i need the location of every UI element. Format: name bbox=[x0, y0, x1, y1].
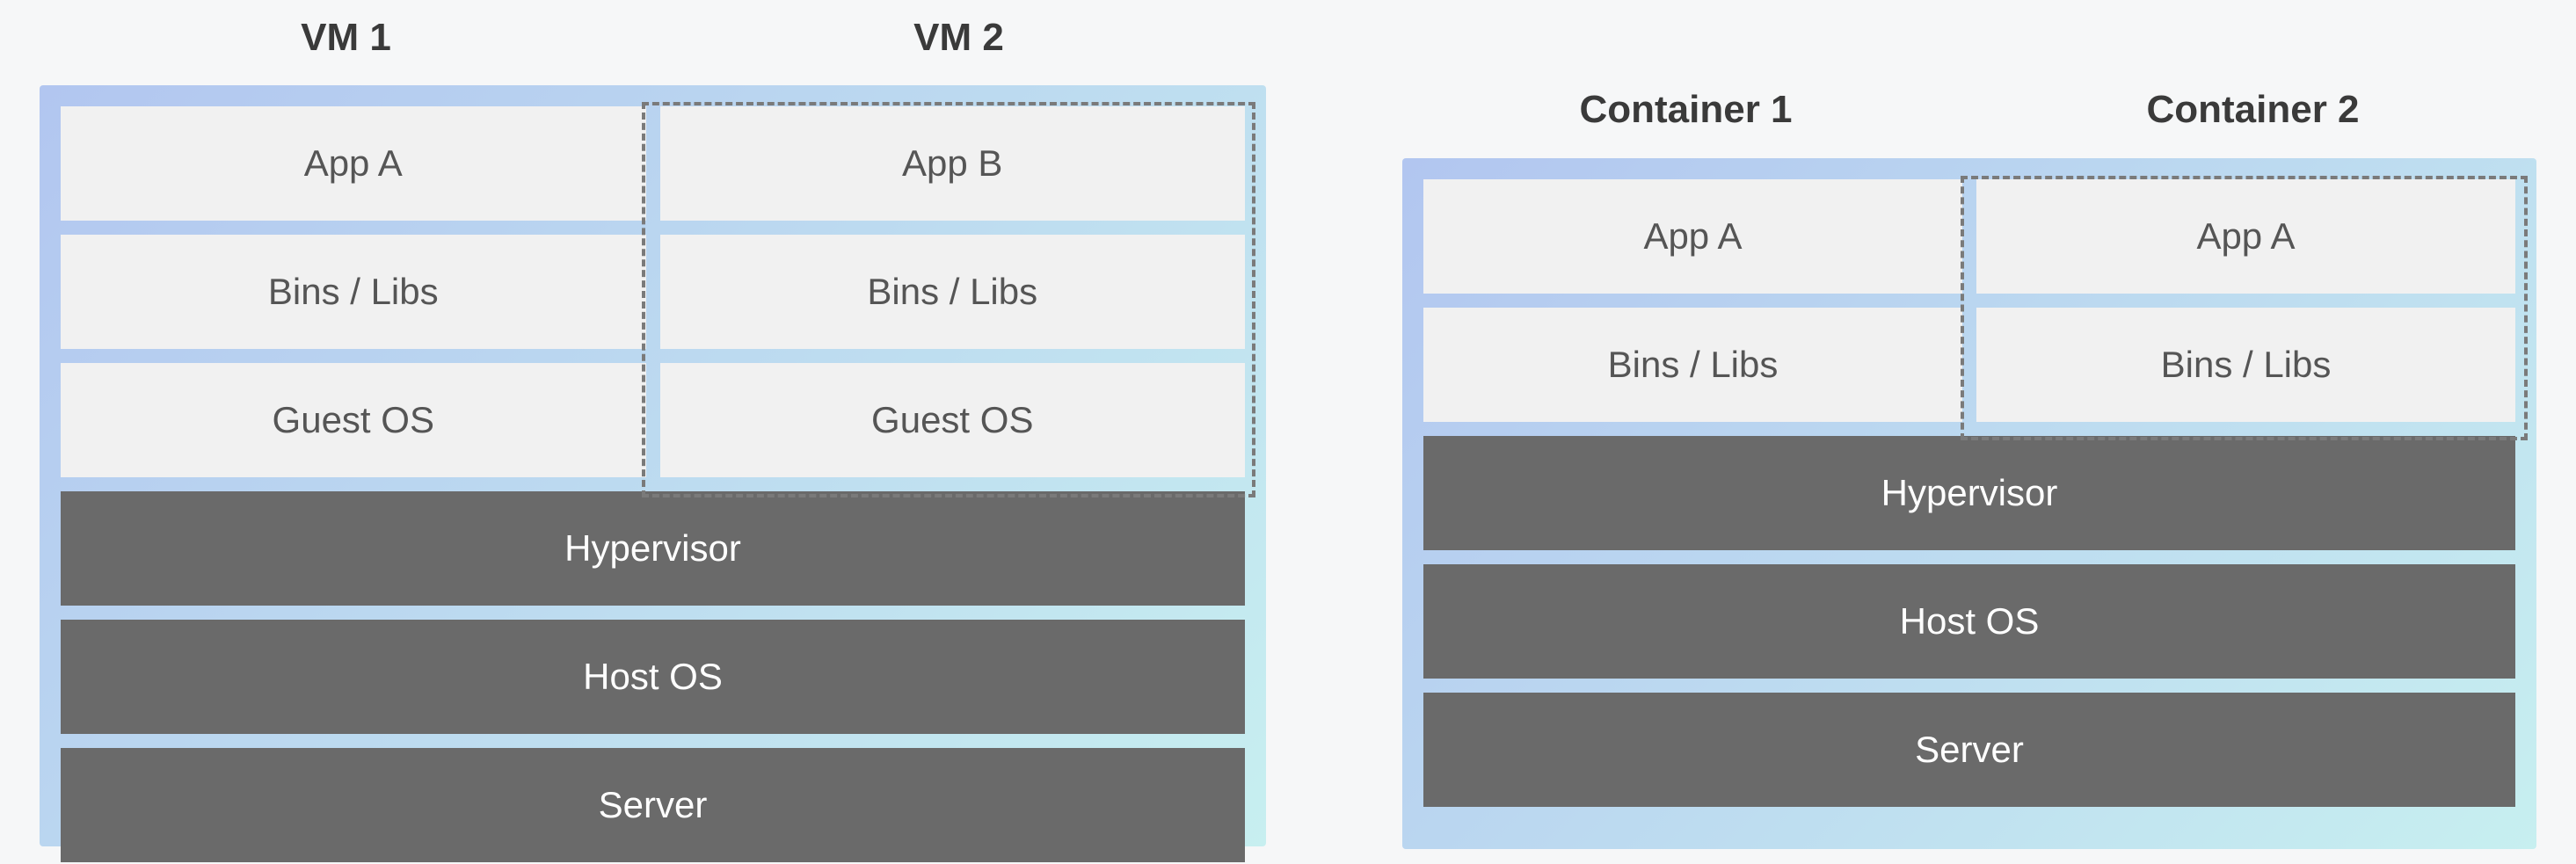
vm2-app-box: App B bbox=[660, 106, 1246, 221]
vm-base-stack: Hypervisor Host OS Server bbox=[61, 491, 1245, 862]
vm1-app-box: App A bbox=[61, 106, 646, 221]
vm-hostos-row: Host OS bbox=[61, 620, 1245, 734]
container1-bins-box: Bins / Libs bbox=[1423, 308, 1962, 422]
vm-hypervisor-row: Hypervisor bbox=[61, 491, 1245, 606]
vm-upper-grid: App A App B Bins / Libs Bins / Libs Gues… bbox=[61, 106, 1245, 477]
vm-server-row: Server bbox=[61, 748, 1245, 862]
container2-bins-box: Bins / Libs bbox=[1976, 308, 2515, 422]
container-hypervisor-row: Hypervisor bbox=[1423, 436, 2515, 550]
vm2-guestos-box: Guest OS bbox=[660, 363, 1246, 477]
container-architecture-panel: App A App A Bins / Libs Bins / Libs Hype… bbox=[1402, 158, 2536, 849]
vm2-bins-box: Bins / Libs bbox=[660, 235, 1246, 349]
container-server-row: Server bbox=[1423, 693, 2515, 807]
container1-app-box: App A bbox=[1423, 179, 1962, 294]
vm1-guestos-box: Guest OS bbox=[61, 363, 646, 477]
container-upper-grid: App A App A Bins / Libs Bins / Libs bbox=[1423, 179, 2515, 422]
container-hostos-row: Host OS bbox=[1423, 564, 2515, 679]
container2-header: Container 2 bbox=[1969, 88, 2536, 132]
vm2-header: VM 2 bbox=[652, 16, 1265, 60]
vm1-header: VM 1 bbox=[40, 16, 652, 60]
vm1-bins-box: Bins / Libs bbox=[61, 235, 646, 349]
container-base-stack: Hypervisor Host OS Server bbox=[1423, 436, 2515, 807]
container1-header: Container 1 bbox=[1402, 88, 1969, 132]
vm-architecture-panel: App A App B Bins / Libs Bins / Libs Gues… bbox=[40, 85, 1266, 846]
container2-app-box: App A bbox=[1976, 179, 2515, 294]
